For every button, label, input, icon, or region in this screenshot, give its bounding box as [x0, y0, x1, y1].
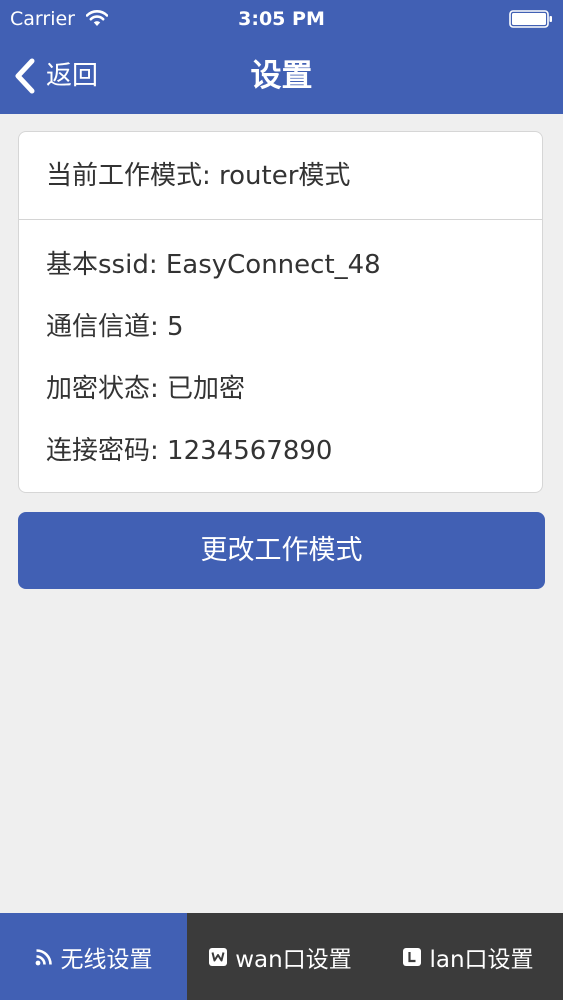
tab-label-wireless: 无线设置 — [60, 946, 153, 973]
encryption-row: 加密状态: 已加密 — [46, 374, 246, 404]
wifi-rss-icon — [35, 948, 52, 965]
change-mode-button[interactable]: 更改工作模式 — [18, 512, 545, 589]
mode-info-card: 当前工作模式: router模式 基本ssid: EasyConnect_48 … — [18, 131, 543, 493]
bottom-tab-bar: 无线设置 wan口设置 lan口设置 — [0, 913, 563, 1000]
navigation-bar: 返回 设置 — [0, 40, 563, 114]
app-header: Carrier 3:05 PM 返回 设置 — [0, 0, 563, 114]
current-mode-line: 当前工作模式: router模式 — [19, 132, 542, 220]
battery-icon — [509, 10, 552, 28]
tab-lan-settings[interactable]: lan口设置 — [374, 913, 563, 1000]
tab-wireless-settings[interactable]: 无线设置 — [0, 913, 187, 1000]
tab-label-lan: lan口设置 — [429, 946, 534, 973]
channel-row: 通信信道: 5 — [46, 312, 184, 342]
wan-port-icon — [209, 947, 228, 966]
ssid-row: 基本ssid: EasyConnect_48 — [46, 250, 381, 280]
lan-port-icon — [403, 947, 422, 966]
status-bar: Carrier 3:05 PM — [0, 0, 563, 40]
page-title: 设置 — [250, 58, 313, 94]
status-time: 3:05 PM — [238, 8, 325, 30]
tab-wan-settings[interactable]: wan口设置 — [187, 913, 374, 1000]
tab-label-wan: wan口设置 — [235, 946, 352, 973]
network-info-list: 基本ssid: EasyConnect_48 通信信道: 5 加密状态: 已加密… — [19, 220, 542, 482]
password-row: 连接密码: 1234567890 — [46, 436, 333, 466]
